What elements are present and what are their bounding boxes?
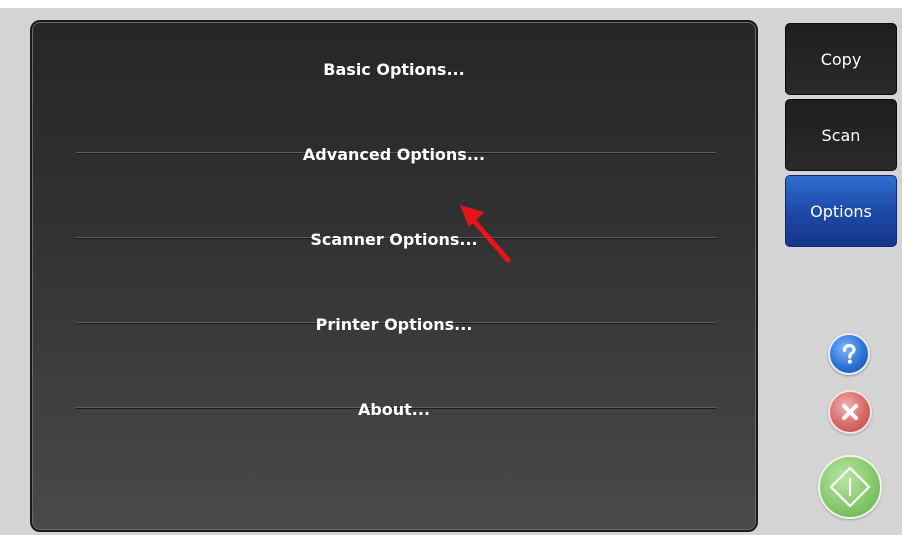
printer-options-label: Printer Options... <box>315 314 473 334</box>
advanced-options-label: Advanced Options... <box>302 144 486 164</box>
about-label: About... <box>357 399 431 419</box>
copy-button-label: Copy <box>820 49 862 69</box>
copy-button[interactable]: Copy <box>785 23 897 95</box>
about-item[interactable]: About... <box>32 367 756 451</box>
start-diamond-icon <box>829 466 871 508</box>
cancel-icon[interactable] <box>828 390 872 434</box>
options-button[interactable]: Options <box>785 175 897 247</box>
app-frame: Basic Options... Advanced Options... Sca… <box>0 0 902 535</box>
basic-options-label: Basic Options... <box>323 59 465 79</box>
basic-options-item[interactable]: Basic Options... <box>32 27 756 111</box>
start-icon[interactable] <box>818 455 882 519</box>
options-button-label: Options <box>810 201 872 221</box>
question-mark-icon <box>842 343 856 364</box>
scan-button[interactable]: Scan <box>785 99 897 171</box>
scanner-options-item[interactable]: Scanner Options... <box>32 197 756 281</box>
red-arrow-annotation-icon <box>460 205 511 263</box>
x-mark-icon <box>842 404 858 420</box>
printer-options-item[interactable]: Printer Options... <box>32 282 756 366</box>
options-menu-panel: Basic Options... Advanced Options... Sca… <box>30 20 758 532</box>
scan-button-label: Scan <box>821 125 861 145</box>
advanced-options-item[interactable]: Advanced Options... <box>32 112 756 196</box>
help-icon[interactable] <box>828 333 870 375</box>
